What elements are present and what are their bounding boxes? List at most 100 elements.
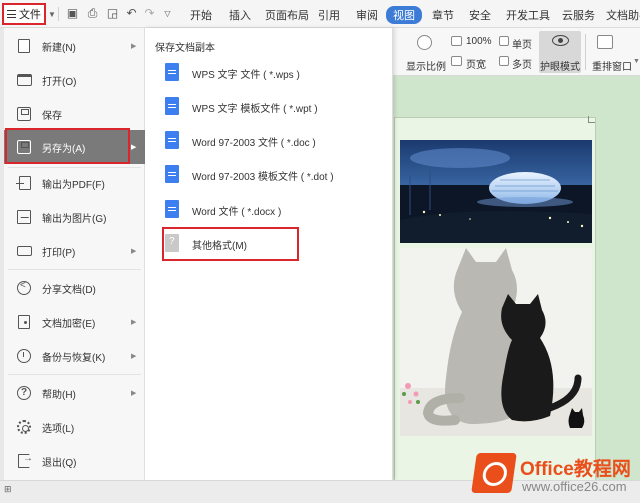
tab-home[interactable]: 开始: [190, 7, 212, 23]
divider: [585, 34, 586, 70]
divider: [58, 7, 59, 21]
page-width-button[interactable]: 页宽: [466, 56, 486, 71]
menu-item-print[interactable]: 打印(P) ▶: [4, 236, 145, 266]
tab-developer[interactable]: 开发工具: [506, 7, 550, 23]
redo-icon[interactable]: ↷: [143, 7, 156, 20]
eye-mode-label: 护眼模式: [540, 62, 580, 73]
save-as-doc[interactable]: Word 97-2003 文件 ( *.doc ): [165, 128, 385, 154]
menu-item-label: 新建(N): [42, 42, 76, 54]
menu-item-label: 帮助(H): [42, 389, 76, 401]
format-label: WPS 文字 文件 ( *.wps ): [192, 70, 300, 81]
tab-review[interactable]: 审阅: [356, 7, 378, 23]
menu-item-backup[interactable]: 备份与恢复(K) ▶: [4, 341, 145, 371]
tab-security[interactable]: 安全: [469, 7, 491, 23]
chevron-down-icon[interactable]: ▼: [633, 58, 640, 65]
display-ratio-button[interactable]: 显示比例: [406, 58, 446, 73]
eye-icon: [552, 35, 569, 46]
panel-title: 保存文档副本: [155, 43, 215, 54]
menu-item-label: 分享文档(D): [42, 284, 96, 296]
word-template-icon: [165, 165, 179, 183]
new-doc-icon: [18, 39, 30, 53]
save-as-panel: 保存文档副本 WPS 文字 文件 ( *.wps ) WPS 文字 模板文件 (…: [145, 28, 393, 480]
menu-item-options[interactable]: 选项(L): [4, 412, 145, 442]
menu-item-encrypt[interactable]: 文档加密(E) ▶: [4, 307, 145, 337]
rearrange-window-icon: [597, 35, 613, 49]
format-label: WPS 文字 模板文件 ( *.wpt ): [192, 104, 318, 115]
tab-cloud[interactable]: 云服务: [562, 7, 595, 23]
menu-bar: 文件 ▼ ▣ ⎙ ◲ ↶ ↷ ▽ 开始 插入 页面布局 引用 审阅 视图 章节 …: [0, 0, 640, 28]
print-icon: [17, 246, 32, 256]
hamburger-icon: [7, 10, 16, 18]
cats-photo[interactable]: [400, 248, 592, 436]
office-logo-icon: [471, 453, 517, 493]
chevron-right-icon: ▶: [131, 144, 137, 151]
zoom-100-button[interactable]: 100%: [466, 36, 492, 47]
stadium-night-photo[interactable]: [400, 140, 592, 243]
menu-item-label: 选项(L): [42, 423, 75, 435]
menu-item-label: 文档加密(E): [42, 318, 96, 330]
wps-file-icon: [165, 63, 179, 81]
save-icon[interactable]: ▣: [66, 7, 79, 20]
file-menu: 新建(N) ▶ 打开(O) 保存 另存为(A) ▶ 输出为PDF(F) 输出为图…: [4, 28, 145, 480]
share-icon: [17, 280, 31, 295]
tab-reference[interactable]: 引用: [318, 7, 340, 23]
menu-item-new[interactable]: 新建(N) ▶: [4, 31, 145, 61]
folder-icon: [17, 74, 32, 86]
menu-item-save[interactable]: 保存: [4, 99, 145, 129]
print-icon[interactable]: ⎙: [86, 7, 99, 20]
tab-insert[interactable]: 插入: [229, 7, 251, 23]
format-label: Word 97-2003 文件 ( *.doc ): [192, 138, 316, 149]
office26-watermark: Office教程网 www.office26.com: [470, 450, 638, 498]
pdf-icon: [16, 176, 31, 190]
save-as-wps[interactable]: WPS 文字 文件 ( *.wps ): [165, 60, 385, 86]
watermark-url: www.office26.com: [522, 479, 627, 494]
word-docx-icon: [165, 200, 179, 218]
single-page-icon: [499, 36, 509, 46]
tab-chapter[interactable]: 章节: [432, 7, 454, 23]
rearrange-window-button[interactable]: 重排窗口: [592, 58, 632, 73]
eye-mode-button[interactable]: 护眼模式: [539, 31, 581, 73]
file-menu-button[interactable]: 文件: [2, 3, 46, 25]
chevron-right-icon: ▶: [131, 319, 137, 326]
menu-item-open[interactable]: 打开(O): [4, 65, 145, 95]
multi-page-icon: [499, 56, 509, 66]
save-as-highlight-box: [5, 128, 130, 164]
wps-template-icon: [165, 97, 179, 115]
menu-item-exit[interactable]: 退出(Q): [4, 446, 145, 476]
save-as-dot[interactable]: Word 97-2003 模板文件 ( *.dot ): [165, 162, 385, 188]
status-icon: ⊞: [4, 484, 12, 494]
menu-item-label: 输出为图片(G): [42, 213, 107, 225]
multi-page-button[interactable]: 多页: [512, 56, 532, 71]
backup-icon: [17, 349, 31, 363]
zoom-icon[interactable]: [417, 35, 432, 50]
chevron-right-icon: ▶: [131, 248, 137, 255]
undo-icon[interactable]: ↶: [125, 7, 138, 20]
chevron-right-icon: ▶: [131, 390, 137, 397]
save-as-docx[interactable]: Word 文件 ( *.docx ): [165, 197, 385, 223]
menu-item-label: 打开(O): [42, 76, 77, 88]
menu-item-label: 保存: [42, 110, 62, 122]
menu-item-label: 打印(P): [42, 247, 76, 259]
other-format-highlight-box: [162, 227, 299, 261]
print-preview-icon[interactable]: ◲: [106, 7, 119, 20]
tab-page-layout[interactable]: 页面布局: [265, 7, 309, 23]
tab-doc-assistant[interactable]: 文档助手: [606, 7, 640, 23]
chevron-right-icon: ▶: [131, 43, 137, 50]
menu-item-help[interactable]: ? 帮助(H) ▶: [4, 378, 145, 408]
chevron-down-icon[interactable]: ▼: [48, 10, 56, 19]
customize-icon[interactable]: ▽: [161, 7, 174, 20]
tab-view[interactable]: 视图: [386, 6, 422, 24]
watermark-brand: Office教程网: [520, 459, 631, 480]
format-label: Word 文件 ( *.docx ): [192, 207, 282, 218]
chevron-right-icon: ▶: [131, 353, 137, 360]
menu-item-label: 备份与恢复(K): [42, 352, 106, 364]
menu-item-export-image[interactable]: 输出为图片(G): [4, 202, 145, 232]
word-doc-icon: [165, 131, 179, 149]
divider: [8, 269, 141, 270]
single-page-button[interactable]: 单页: [512, 36, 532, 51]
menu-item-export-pdf[interactable]: 输出为PDF(F): [4, 168, 145, 198]
menu-item-share[interactable]: 分享文档(D): [4, 273, 145, 303]
save-as-wpt[interactable]: WPS 文字 模板文件 ( *.wpt ): [165, 94, 385, 120]
lock-icon: [18, 315, 30, 329]
zoom-100-icon: [451, 36, 462, 46]
